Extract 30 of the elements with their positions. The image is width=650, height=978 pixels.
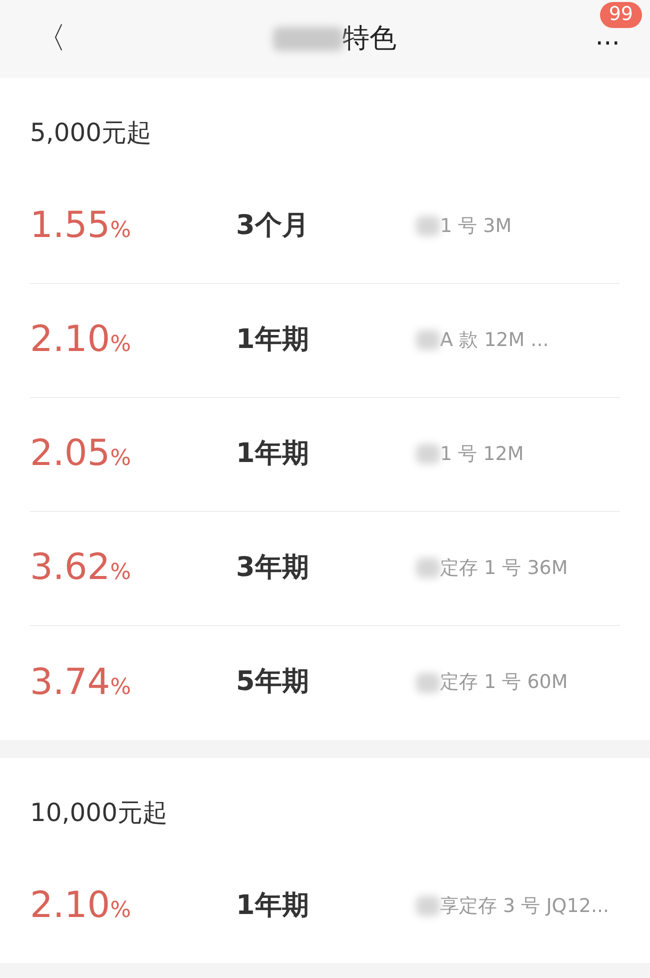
product-name: 1 号 3M: [440, 214, 512, 239]
product-name: A 款 12M ...: [440, 328, 549, 353]
notification-badge: 99: [600, 2, 642, 28]
term-label: 5年期: [236, 665, 310, 700]
section-heading: 10,000元起: [30, 796, 168, 828]
interest-rate: 3.62%: [30, 546, 132, 590]
redaction-blur: [416, 558, 440, 578]
redaction-blur: [416, 672, 440, 692]
page-title: 特色: [342, 22, 397, 56]
term-label: 3个月: [236, 208, 310, 243]
interest-rate: 2.10%: [30, 884, 132, 928]
redaction-blur: [416, 896, 440, 916]
redaction-blur: [416, 444, 440, 464]
interest-rate: 1.55%: [30, 204, 132, 248]
back-button[interactable]: 〈: [28, 24, 74, 54]
term-label: 1年期: [236, 436, 310, 471]
product-name: 定存 1 号 36M: [440, 556, 568, 581]
term-label: 1年期: [236, 322, 310, 357]
interest-rate: 3.74%: [30, 660, 132, 704]
interest-rate: 2.05%: [30, 432, 132, 476]
term-label: 3年期: [236, 550, 310, 585]
product-name: 定存 1 号 60M: [440, 670, 568, 696]
term-label: 1年期: [236, 888, 310, 923]
redaction-blur: [272, 27, 343, 51]
redaction-blur: [416, 330, 440, 350]
interest-rate: 2.10%: [30, 318, 132, 362]
product-name: 享定存 3 号 JQ12...: [440, 894, 610, 919]
redaction-blur: [416, 216, 440, 236]
product-name: 1 号 12M: [440, 442, 524, 467]
section-heading: 5,000元起: [30, 117, 153, 149]
